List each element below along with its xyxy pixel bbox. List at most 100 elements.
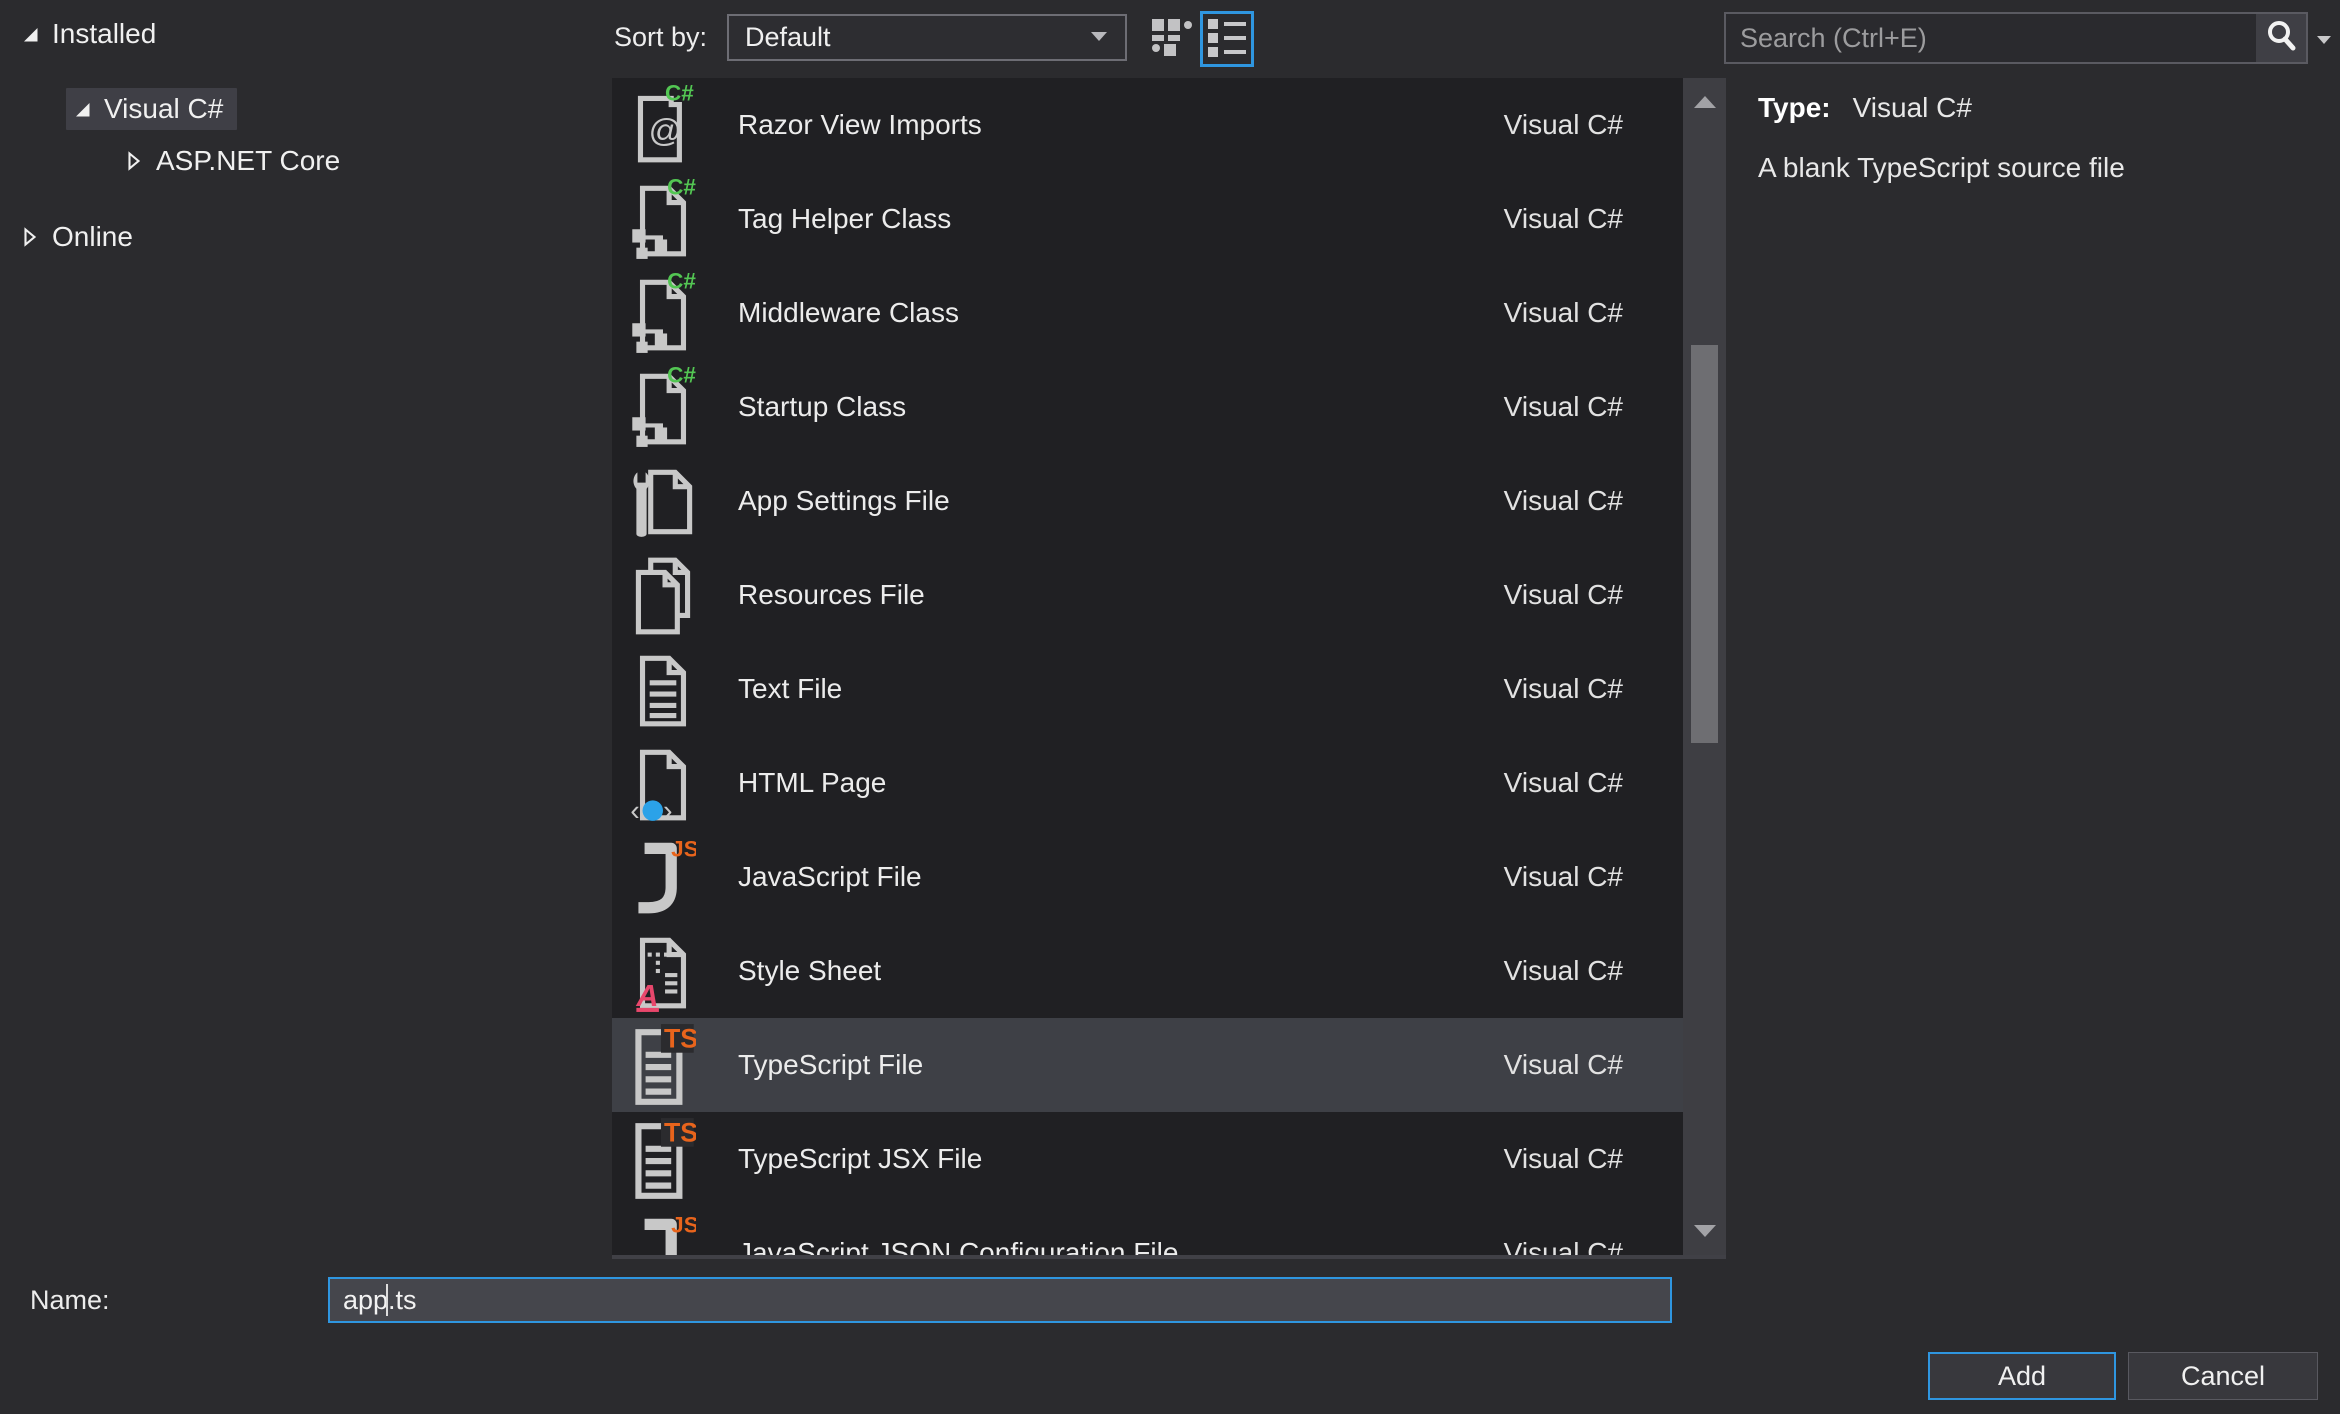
collapsed-triangle-icon — [18, 225, 52, 249]
template-list-item[interactable]: Text File Visual C# — [612, 642, 1683, 736]
template-name: Resources File — [738, 579, 925, 610]
template-category: Visual C# — [1503, 203, 1623, 234]
appsettings-file-icon — [630, 458, 696, 544]
svg-text:›: › — [663, 795, 673, 826]
list-view-icon — [1204, 14, 1250, 65]
list-view-button[interactable] — [1200, 11, 1254, 67]
cs-class-file-icon: C# — [630, 364, 696, 450]
cancel-button[interactable]: Cancel — [2128, 1352, 2318, 1400]
sort-by-value: Default — [745, 22, 831, 52]
vertical-scrollbar[interactable] — [1683, 78, 1726, 1255]
tree-item[interactable]: Visual C# — [0, 85, 608, 133]
template-list-item[interactable]: JS JavaScript File Visual C# — [612, 830, 1683, 924]
template-list-item[interactable]: JS JavaScript JSON Configuration File Vi… — [612, 1206, 1683, 1259]
template-name: TypeScript JSX File — [738, 1143, 983, 1174]
template-category: Visual C# — [1503, 1143, 1623, 1174]
template-name: JavaScript JSON Configuration File — [738, 1237, 1179, 1259]
svg-text:JS: JS — [671, 1213, 696, 1238]
template-name: Tag Helper Class — [738, 203, 952, 234]
template-category: Visual C# — [1503, 579, 1623, 610]
type-value: Visual C# — [1852, 92, 1972, 123]
category-tree: Installed Visual C# ASP.NET Core Online — [0, 0, 608, 1256]
template-list-panel: @ C# Razor View Imports Visual C# C# Tag … — [612, 78, 1726, 1259]
tree-item[interactable]: ASP.NET Core — [0, 137, 608, 185]
chevron-down-icon — [1089, 29, 1109, 47]
svg-text:@: @ — [649, 111, 682, 148]
text-caret — [386, 1284, 388, 1316]
scroll-down-icon[interactable] — [1683, 1211, 1726, 1251]
template-name: Startup Class — [738, 391, 907, 422]
scroll-up-icon[interactable] — [1683, 82, 1726, 122]
template-category: Visual C# — [1503, 297, 1623, 328]
search-button[interactable] — [2256, 14, 2306, 62]
search-options-chevron-icon[interactable] — [2316, 32, 2332, 50]
scrollbar-thumb[interactable] — [1691, 345, 1718, 743]
svg-text:JS: JS — [671, 837, 696, 862]
sort-by-label: Sort by: — [614, 22, 708, 52]
expanded-triangle-icon — [18, 22, 52, 46]
svg-text:C#: C# — [667, 270, 696, 293]
template-list-item[interactable]: ‹ › HTML Page Visual C# — [612, 736, 1683, 830]
template-category: Visual C# — [1503, 109, 1623, 140]
tree-item-label: Visual C# — [104, 93, 224, 124]
resources-file-icon — [630, 552, 696, 638]
template-category: Visual C# — [1503, 485, 1623, 516]
expanded-triangle-icon — [70, 97, 104, 121]
js-file-icon: JS — [630, 834, 696, 920]
template-category: Visual C# — [1503, 673, 1623, 704]
template-list-item[interactable]: C# Tag Helper Class Visual C# — [612, 172, 1683, 266]
tree-item-label: Online — [52, 221, 133, 252]
svg-text:C#: C# — [667, 176, 696, 199]
svg-text:TS: TS — [664, 1024, 696, 1054]
cs-class-file-icon: C# — [630, 270, 696, 356]
template-name: JavaScript File — [738, 861, 922, 892]
template-list-item[interactable]: TS TypeScript File Visual C# — [612, 1018, 1683, 1112]
template-category: Visual C# — [1503, 955, 1623, 986]
template-name: Style Sheet — [738, 955, 882, 986]
add-new-item-dialog: Installed Visual C# ASP.NET Core Online … — [0, 0, 2340, 1414]
tree-item-label: ASP.NET Core — [156, 145, 341, 176]
template-list-item[interactable]: C# Startup Class Visual C# — [612, 360, 1683, 454]
svg-text:A: A — [635, 978, 658, 1013]
name-input[interactable] — [328, 1277, 1672, 1323]
template-name: Text File — [738, 673, 843, 704]
template-name: HTML Page — [738, 767, 887, 798]
name-field-wrap — [328, 1277, 1672, 1323]
template-category: Visual C# — [1503, 1237, 1623, 1259]
template-category: Visual C# — [1503, 767, 1623, 798]
tree-item[interactable]: Online — [0, 213, 608, 261]
template-list-item[interactable]: App Settings File Visual C# — [612, 454, 1683, 548]
html-file-icon: ‹ › — [630, 740, 696, 826]
svg-text:TS: TS — [664, 1118, 696, 1148]
grid-view-button[interactable] — [1144, 11, 1198, 67]
sort-by-dropdown[interactable]: Default — [727, 14, 1127, 61]
tree-item-label: Installed — [52, 18, 157, 49]
template-description: A blank TypeScript source file — [1758, 152, 2125, 183]
template-details: Type: Visual C# A blank TypeScript source… — [1758, 92, 2318, 184]
add-button[interactable]: Add — [1928, 1352, 2116, 1400]
template-list-item[interactable]: A Style Sheet Visual C# — [612, 924, 1683, 1018]
search-input[interactable] — [1726, 14, 2256, 62]
svg-text:C#: C# — [665, 82, 694, 105]
template-category: Visual C# — [1503, 861, 1623, 892]
json-file-icon: JS — [630, 1210, 696, 1255]
cs-class-file-icon: C# — [630, 176, 696, 262]
textfile-file-icon — [630, 646, 696, 732]
template-name: Razor View Imports — [738, 109, 982, 140]
svg-text:C#: C# — [667, 364, 696, 387]
template-list-item[interactable]: Resources File Visual C# — [612, 548, 1683, 642]
search-icon — [2262, 17, 2300, 60]
template-name: Middleware Class — [738, 297, 959, 328]
type-label: Type: — [1758, 92, 1831, 123]
ts-file-icon: TS — [630, 1116, 696, 1202]
template-list-item[interactable]: TS TypeScript JSX File Visual C# — [612, 1112, 1683, 1206]
tree-item[interactable]: Installed — [0, 10, 608, 58]
ts-file-icon: TS — [630, 1022, 696, 1108]
search-box — [1724, 12, 2308, 64]
template-list-item[interactable]: @ C# Razor View Imports Visual C# — [612, 78, 1683, 172]
razor-file-icon: @ C# — [630, 82, 696, 168]
template-category: Visual C# — [1503, 1049, 1623, 1080]
collapsed-triangle-icon — [122, 149, 156, 173]
css-file-icon: A — [630, 928, 696, 1014]
template-list-item[interactable]: C# Middleware Class Visual C# — [612, 266, 1683, 360]
